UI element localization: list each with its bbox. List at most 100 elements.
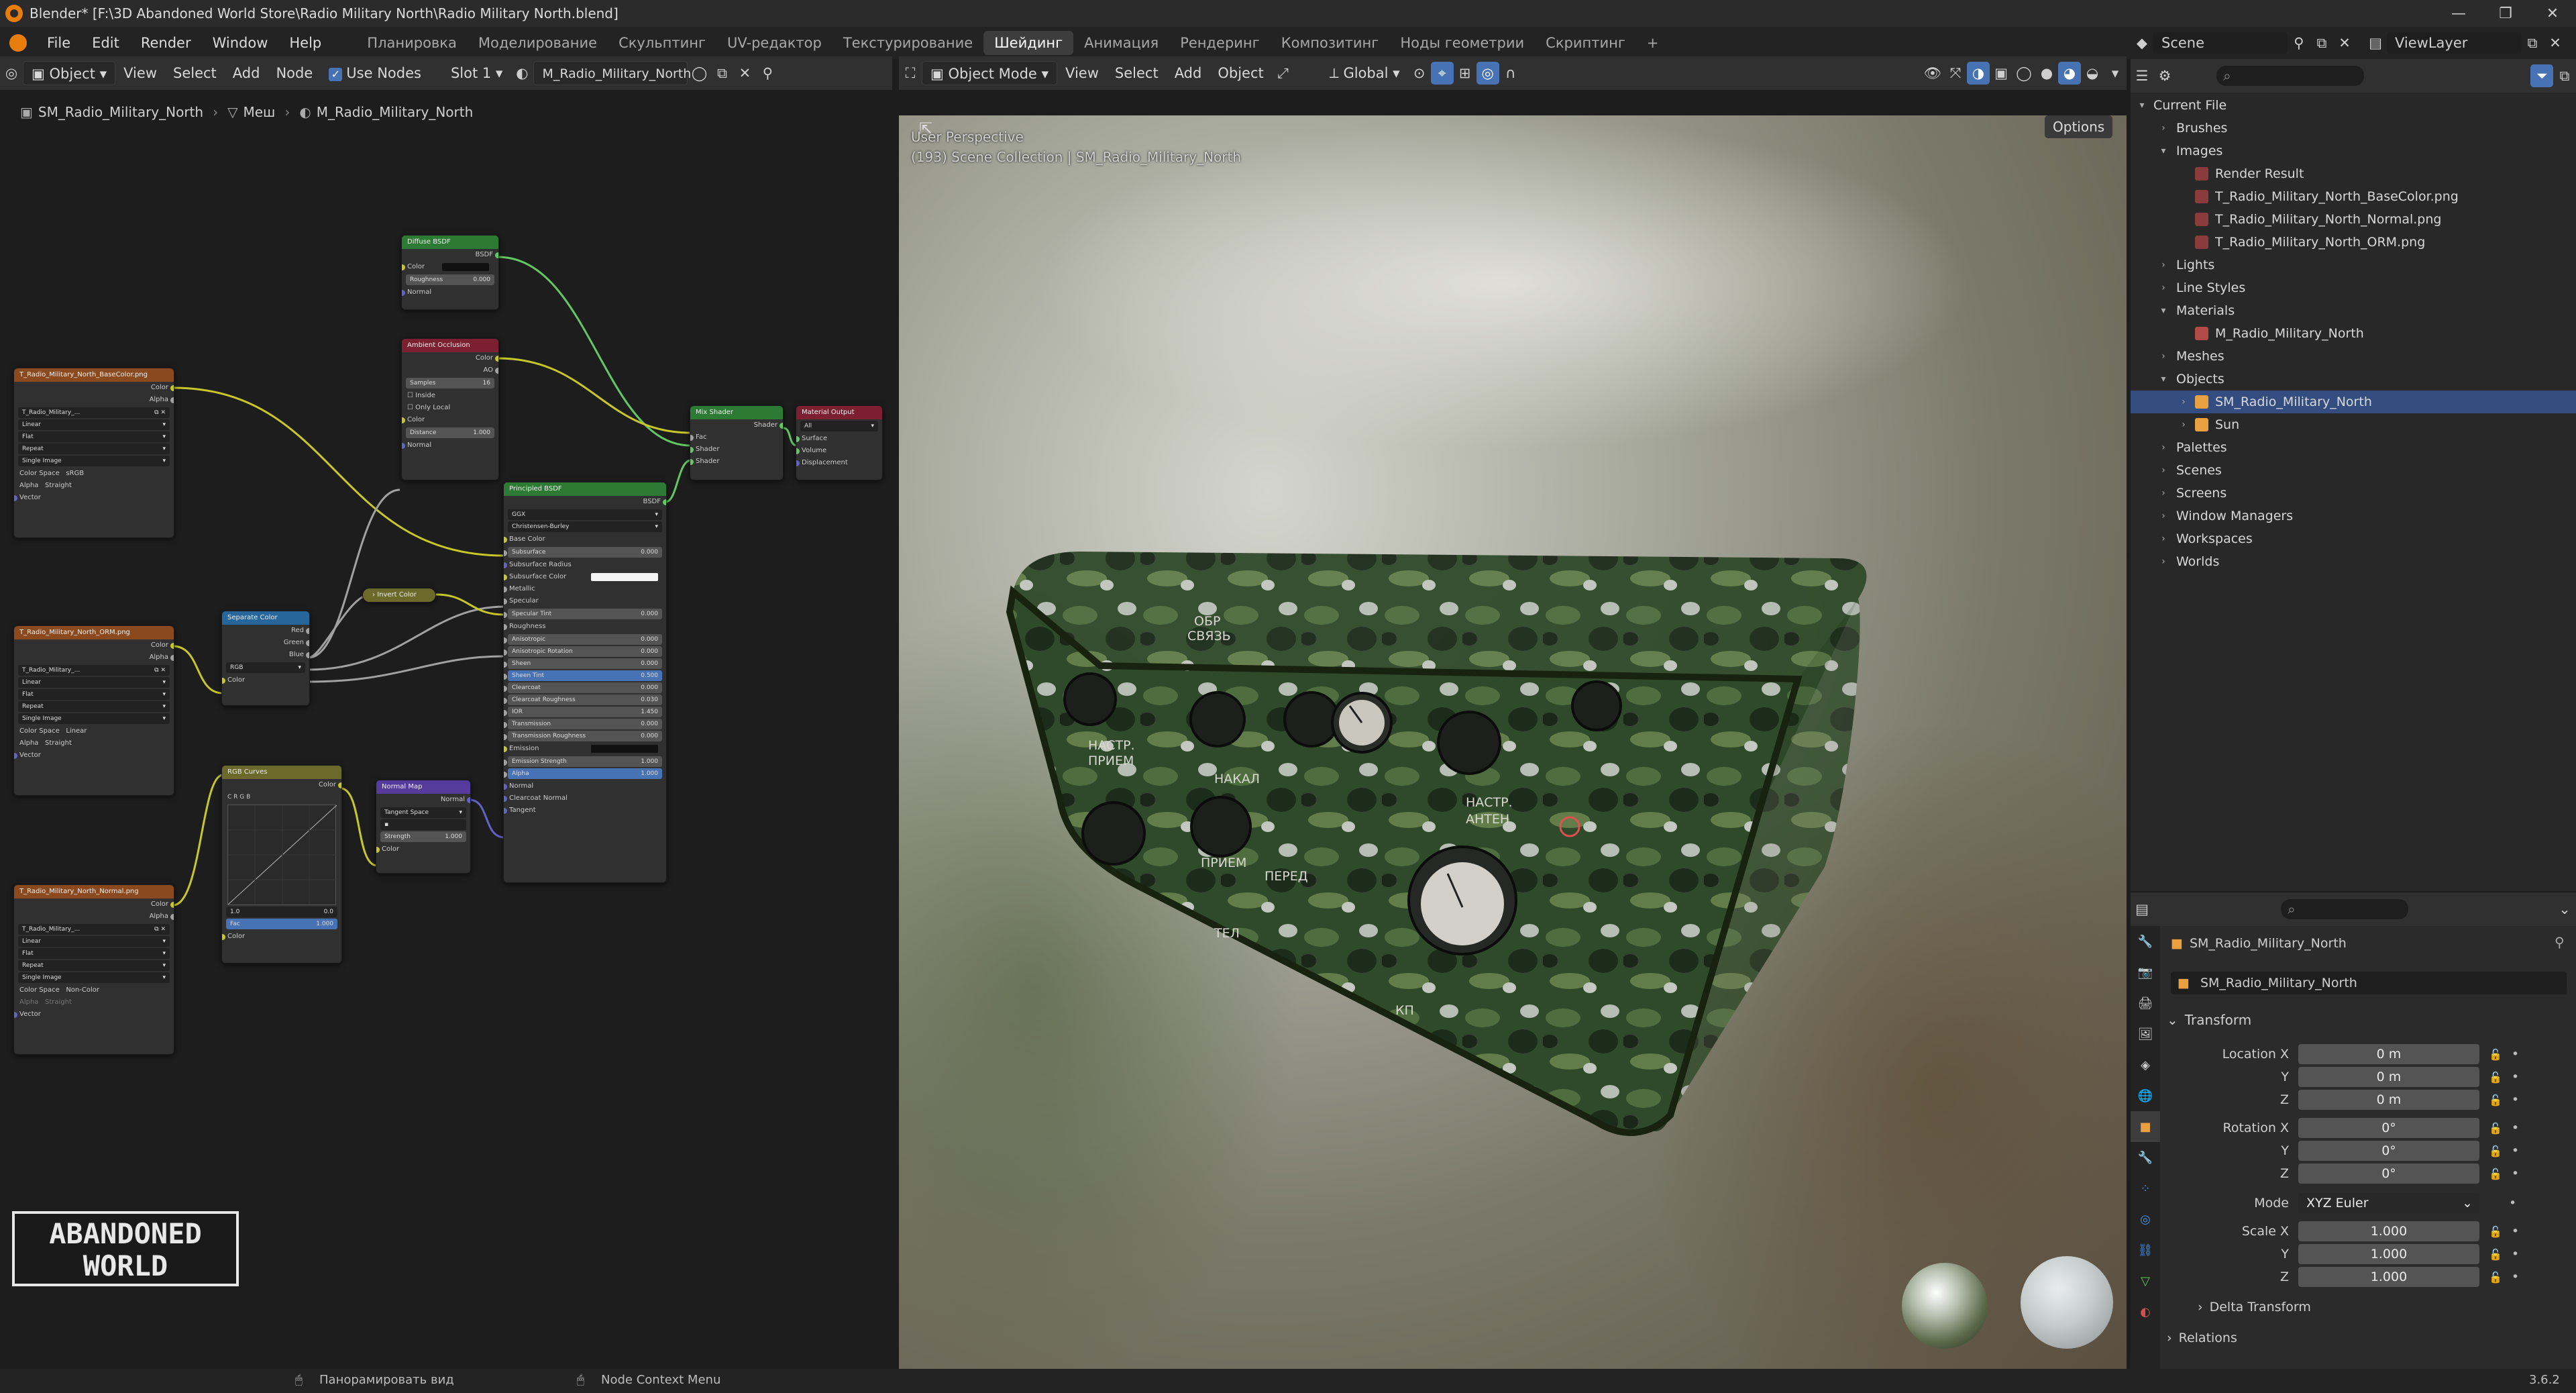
properties-search-input[interactable]: ⌕ — [2281, 899, 2408, 919]
scale-z-field[interactable]: 1.000 — [2298, 1267, 2479, 1287]
input-socket[interactable] — [14, 1012, 17, 1018]
expand-icon[interactable]: › — [2157, 123, 2169, 134]
node-mix-shader[interactable]: Mix Shader Shader Fac Shader Shader — [690, 405, 784, 480]
keyframe-dot-icon[interactable]: • — [2512, 1143, 2519, 1158]
keyframe-dot-icon[interactable]: • — [2512, 1224, 2519, 1239]
keyframe-dot-icon[interactable]: • — [2509, 1196, 2516, 1210]
output-socket[interactable] — [170, 385, 174, 391]
principled-input-row[interactable]: Specular — [504, 595, 666, 607]
input-socket[interactable] — [504, 734, 507, 740]
outliner-item[interactable]: › Workspaces — [2131, 527, 2576, 550]
color-swatch[interactable] — [591, 573, 658, 581]
expand-icon[interactable]: › — [2157, 282, 2169, 293]
pin-icon[interactable]: ⚲ — [2555, 934, 2565, 950]
output-socket[interactable] — [663, 499, 666, 505]
principled-input-row[interactable]: Clearcoat Roughness 0.030 — [504, 694, 662, 705]
editor-type-icon[interactable]: ☰ — [2131, 64, 2153, 87]
duplicate-material-icon[interactable]: ⧉ — [710, 62, 733, 85]
editor-type-icon[interactable]: ⛶ — [899, 62, 922, 85]
object-menu[interactable]: Object — [1210, 61, 1271, 85]
space-dropdown[interactable]: Tangent Space ▾ — [380, 807, 466, 818]
principled-input-row[interactable]: Roughness — [504, 621, 666, 633]
lock-icon[interactable]: 🔓 — [2489, 1271, 2502, 1284]
output-tab-icon[interactable]: 🖨 — [2131, 988, 2160, 1019]
input-socket[interactable] — [504, 784, 507, 790]
keyframe-dot-icon[interactable]: • — [2512, 1166, 2519, 1181]
snap-target-icon[interactable]: ⊞ — [1454, 62, 1477, 85]
blender-menu-icon[interactable] — [9, 34, 27, 52]
principled-input-row[interactable]: Alpha 1.000 — [504, 768, 662, 779]
interpolation-dropdown[interactable]: Linear ▾ — [18, 936, 170, 947]
outliner-item[interactable]: › Scenes — [2131, 459, 2576, 482]
node-header[interactable]: T_Radio_Military_North_ORM.png — [14, 626, 174, 639]
alpha-mode-row[interactable]: Alpha Straight — [14, 480, 174, 492]
outliner-item[interactable]: M_Radio_Military_North — [2131, 322, 2576, 345]
principled-input-row[interactable]: Clearcoat 0.000 — [504, 682, 662, 693]
location-z-field[interactable]: 0 m — [2298, 1090, 2479, 1110]
object-tab-icon[interactable]: ■ — [2131, 1111, 2160, 1142]
principled-input-row[interactable]: Specular Tint 0.000 — [504, 609, 662, 619]
input-socket[interactable] — [796, 460, 800, 466]
particles-tab-icon[interactable]: ⁘ — [2131, 1173, 2160, 1204]
rendered-shading-icon[interactable]: ◒ — [2081, 62, 2104, 85]
input-socket[interactable] — [690, 459, 694, 465]
image-selector[interactable]: T_Radio_Military_... ⧉ ✕ — [18, 407, 170, 418]
filter-icon[interactable]: ⏷ — [2530, 64, 2553, 87]
pivot-icon[interactable]: ⊙ — [1408, 62, 1431, 85]
node-menu[interactable]: Node — [268, 61, 321, 85]
input-socket[interactable] — [504, 550, 507, 556]
distribution-dropdown[interactable]: GGX ▾ — [508, 509, 662, 520]
fac-field[interactable]: Fac 1.000 — [226, 919, 337, 929]
principled-input-row[interactable]: Subsurface Radius — [504, 559, 666, 571]
delete-scene-icon[interactable]: ✕ — [2333, 32, 2356, 54]
lock-icon[interactable]: 🔓 — [2489, 1048, 2502, 1061]
input-socket[interactable] — [402, 417, 405, 423]
close-button[interactable]: ✕ — [2529, 0, 2576, 27]
scale-x-field[interactable]: 1.000 — [2298, 1221, 2479, 1241]
collapse-icon[interactable]: ▾ — [2157, 374, 2169, 384]
new-collection-icon[interactable]: ⧉ — [2553, 64, 2576, 87]
lock-icon[interactable]: 🔓 — [2489, 1122, 2502, 1135]
outliner-item[interactable]: › SM_Radio_Military_North — [2131, 391, 2576, 413]
projection-dropdown[interactable]: Flat ▾ — [18, 689, 170, 700]
output-socket[interactable] — [306, 640, 309, 646]
scene-selector[interactable]: Scene — [2153, 32, 2288, 54]
rotation-z-field[interactable]: 0° — [2298, 1164, 2479, 1184]
output-socket[interactable] — [338, 782, 341, 788]
lock-icon[interactable]: 🔓 — [2489, 1225, 2502, 1238]
input-socket[interactable] — [504, 537, 507, 543]
expand-icon[interactable]: › — [2157, 533, 2169, 544]
principled-input-row[interactable]: Normal — [504, 780, 666, 792]
slot-dropdown[interactable]: Slot 1 ▾ — [443, 61, 511, 85]
image-selector[interactable]: T_Radio_Military_... ⧉ ✕ — [18, 924, 170, 935]
node-header[interactable]: T_Radio_Military_North_BaseColor.png — [14, 368, 174, 382]
extension-dropdown[interactable]: Repeat ▾ — [18, 960, 170, 971]
strength-field[interactable]: Strength 1.000 — [380, 831, 466, 842]
node-material-output[interactable]: Material Output All ▾ Surface Volume Disp… — [796, 405, 883, 480]
xray-icon[interactable]: ▣ — [1990, 62, 2012, 85]
overlays-icon[interactable]: ◑ — [1967, 62, 1990, 85]
relations-panel[interactable]: › Relations — [2167, 1327, 2237, 1349]
interpolation-dropdown[interactable]: Linear ▾ — [18, 677, 170, 688]
node-header[interactable]: Separate Color — [222, 611, 309, 625]
output-socket[interactable] — [306, 628, 309, 634]
principled-input-row[interactable]: Subsurface Color — [504, 571, 666, 583]
node-header[interactable]: Diffuse BSDF — [402, 236, 498, 249]
scene-tab-icon[interactable]: ◈ — [2131, 1049, 2160, 1080]
proportional-edit-icon[interactable]: ◎ — [1476, 62, 1499, 85]
world-tab-icon[interactable]: 🌐 — [2131, 1080, 2160, 1111]
expand-icon[interactable]: › — [2157, 465, 2169, 476]
pin-icon[interactable]: ⚲ — [756, 62, 779, 85]
principled-input-row[interactable]: Anisotropic Rotation 0.000 — [504, 646, 662, 657]
principled-input-row[interactable]: Metallic — [504, 583, 666, 595]
principled-input-row[interactable]: Clearcoat Normal — [504, 792, 666, 805]
input-socket[interactable] — [402, 290, 405, 296]
input-socket[interactable] — [796, 436, 800, 442]
falloff-icon[interactable]: ∩ — [1499, 62, 1522, 85]
source-dropdown[interactable]: Single Image ▾ — [18, 456, 170, 466]
alpha-mode-row[interactable]: Alpha Straight — [14, 996, 174, 1009]
node-header[interactable]: Principled BSDF — [504, 482, 666, 496]
outliner-item[interactable]: › Lights — [2131, 254, 2576, 276]
scale-y-field[interactable]: 1.000 — [2298, 1244, 2479, 1264]
menu-window[interactable]: Window — [202, 35, 279, 51]
